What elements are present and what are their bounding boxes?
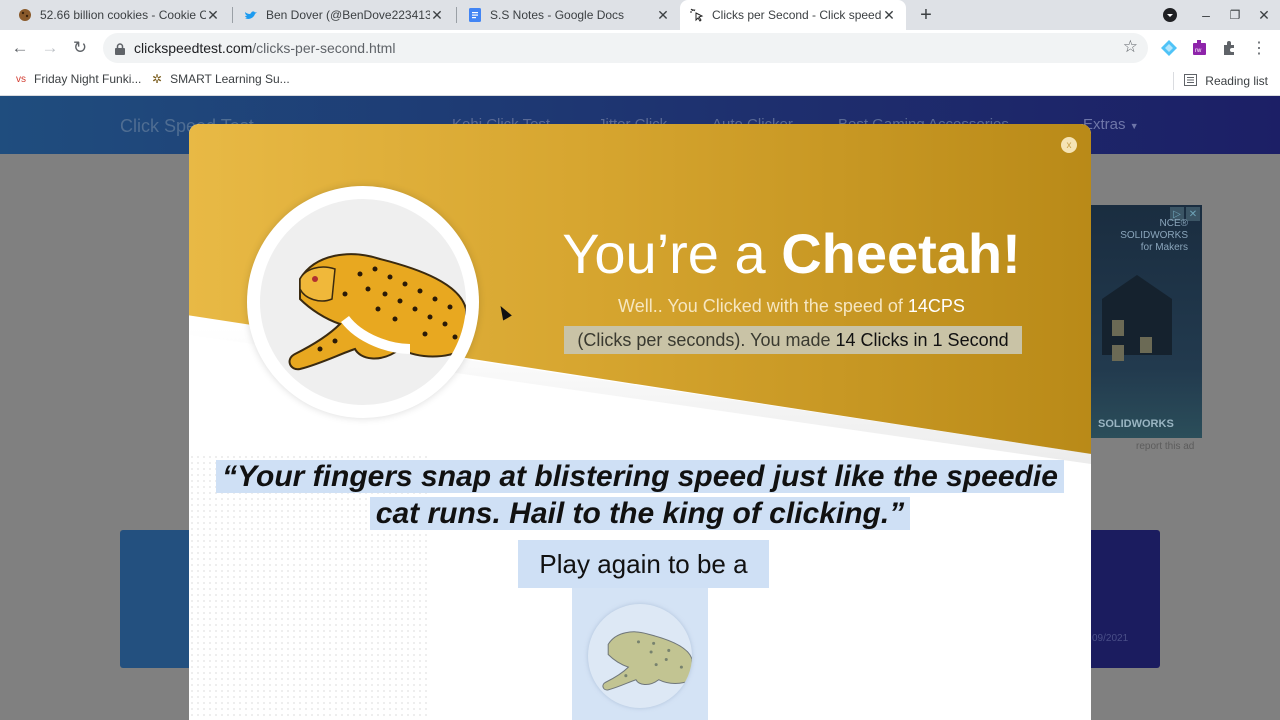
window-light xyxy=(1140,337,1152,353)
cps-value: 14CPS xyxy=(907,296,965,316)
address-bar[interactable]: clickspeedtest.com/clicks-per-second.htm… xyxy=(103,33,1148,63)
reading-list-icon xyxy=(1184,73,1198,89)
extension-diamond-icon[interactable] xyxy=(1159,38,1179,58)
browser-toolbar: ← → ↻ clickspeedtest.com/clicks-per-seco… xyxy=(0,30,1280,66)
back-button[interactable]: ← xyxy=(8,36,32,60)
blue-card-right xyxy=(1080,530,1160,668)
minimize-button[interactable]: – xyxy=(1196,0,1216,30)
play-again-text: Play again to be a xyxy=(518,540,769,588)
lock-icon xyxy=(115,42,125,55)
bookmark-smart-learning[interactable]: ✲ SMART Learning Su... xyxy=(152,72,290,86)
report-ad-link[interactable]: report this ad xyxy=(1136,441,1194,452)
twitter-icon xyxy=(244,8,258,22)
extensions-puzzle-icon[interactable] xyxy=(1219,38,1239,58)
forward-button[interactable]: → xyxy=(38,36,62,60)
tab-twitter[interactable]: Ben Dover (@BenDove22341395) ✕ xyxy=(234,0,454,30)
next-animal-badge[interactable] xyxy=(572,588,708,720)
tab-clicks-per-second[interactable]: Clicks per Second - Click speed test ✕ xyxy=(680,0,906,30)
cursor-click-icon xyxy=(690,8,704,22)
divider xyxy=(1173,72,1175,90)
blue-card-left xyxy=(120,530,200,668)
close-tab-icon[interactable]: ✕ xyxy=(656,7,670,24)
window-light xyxy=(1112,345,1124,361)
cheetah-icon xyxy=(260,199,466,405)
tab-strip: 52.66 billion cookies - Cookie Clicker ✕… xyxy=(0,0,1280,30)
close-tab-icon[interactable]: ✕ xyxy=(430,7,444,24)
house-image xyxy=(1102,275,1172,355)
restore-button[interactable]: ❐ xyxy=(1225,0,1245,30)
speed-summary: Well.. You Clicked with the speed of 14C… xyxy=(618,296,965,316)
result-modal: x You’re a Cheetah! Well.. You Clicked w… xyxy=(189,124,1091,720)
new-tab-button[interactable]: + xyxy=(915,4,937,27)
svg-text:rw: rw xyxy=(1195,48,1202,54)
vs-icon: vs xyxy=(16,73,26,85)
reading-list-button[interactable]: Reading list xyxy=(1173,72,1268,90)
advertisement[interactable]: ▷ ✕ NCE® SOLIDWORKS for Makers SOLIDWORKS xyxy=(1090,205,1202,438)
cheetah-avatar xyxy=(247,186,479,418)
result-headline: You’re a Cheetah! xyxy=(562,222,1021,285)
menu-kebab-icon[interactable]: ⋮ xyxy=(1249,38,1269,58)
reload-button[interactable]: ↻ xyxy=(68,36,92,60)
result-quote: “Your fingers snap at blistering speed j… xyxy=(209,458,1071,532)
google-docs-icon xyxy=(468,8,482,22)
bookmarks-bar: vs Friday Night Funki... ✲ SMART Learnin… xyxy=(0,66,1280,96)
tab-search-icon[interactable] xyxy=(1160,0,1180,30)
tab-separator xyxy=(232,7,233,23)
extension-rw-icon[interactable]: rw xyxy=(1189,38,1209,58)
close-tab-icon[interactable]: ✕ xyxy=(882,7,896,24)
bookmark-friday-night-funkin[interactable]: vs Friday Night Funki... xyxy=(16,72,141,86)
cheetah-small-icon xyxy=(588,604,692,708)
clicks-value: 14 Clicks in 1 Second xyxy=(835,330,1009,350)
close-modal-button[interactable]: x xyxy=(1061,137,1077,153)
tab-separator xyxy=(456,7,457,23)
tab-cookie-clicker[interactable]: 52.66 billion cookies - Cookie Clicker ✕ xyxy=(8,0,230,30)
caret-down-icon: ▼ xyxy=(1129,121,1139,131)
tab-google-docs[interactable]: S.S Notes - Google Docs ✕ xyxy=(458,0,680,30)
nav-extras[interactable]: Extras ▼ xyxy=(1083,116,1139,133)
solidworks-logo: SOLIDWORKS xyxy=(1098,418,1174,430)
webpage: Click Speed Test Kohi Click Test Jitter … xyxy=(0,96,1280,720)
bookmark-star-icon[interactable]: ☆ xyxy=(1123,37,1138,57)
ad-headline: NCE® SOLIDWORKS for Makers xyxy=(1120,218,1188,253)
date-text: 09/2021 xyxy=(1092,633,1129,644)
window-light xyxy=(1112,320,1124,336)
ad-close-icon[interactable]: ✕ xyxy=(1186,207,1200,221)
close-tab-icon[interactable]: ✕ xyxy=(206,7,220,24)
close-window-button[interactable]: ✕ xyxy=(1254,0,1274,30)
smart-icon: ✲ xyxy=(152,72,163,86)
clicks-summary: (Clicks per seconds). You made 14 Clicks… xyxy=(564,326,1022,354)
cookie-icon xyxy=(18,8,32,22)
